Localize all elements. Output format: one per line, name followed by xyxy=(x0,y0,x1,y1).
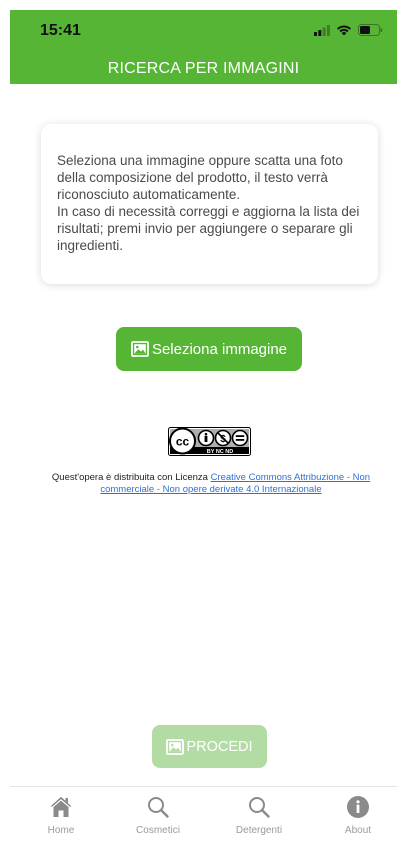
battery-icon xyxy=(358,24,383,36)
license-prefix: Quest'opera è distribuita con Licenza xyxy=(51,472,211,483)
status-time: 15:41 xyxy=(40,22,81,39)
license-text: Quest'opera è distribuita con Licenza Cr… xyxy=(30,472,392,496)
nav-label-cosmetici: Cosmetici xyxy=(136,825,180,836)
bottom-nav: Home Cosmetici Detergenti About xyxy=(10,786,397,847)
search-icon xyxy=(249,797,270,818)
image-icon xyxy=(131,341,149,357)
image-icon xyxy=(166,738,185,755)
cc-badge-text: BY NC ND xyxy=(207,449,234,455)
app-screen: 15:41 RICERCA PER IMMAGINI Seleziona una xyxy=(0,0,397,854)
home-icon xyxy=(50,797,72,817)
nav-item-detergenti[interactable]: Detergenti xyxy=(224,795,294,836)
app-header: 15:41 RICERCA PER IMMAGINI xyxy=(10,10,397,84)
cc-license-badge[interactable]: cc $ BY NC ND xyxy=(168,427,251,456)
nav-item-cosmetici[interactable]: Cosmetici xyxy=(123,795,193,836)
status-icons xyxy=(314,24,383,36)
info-icon xyxy=(347,796,369,818)
page-title: RICERCA PER IMMAGINI xyxy=(107,60,300,77)
select-image-button[interactable]: Seleziona immagine xyxy=(116,327,302,371)
nav-item-about[interactable]: About xyxy=(323,795,393,836)
procedi-button[interactable]: PROCEDI xyxy=(152,725,267,768)
signal-icon xyxy=(314,24,330,36)
select-image-label: Seleziona immagine xyxy=(151,340,288,358)
svg-text:cc: cc xyxy=(176,435,190,449)
nav-label-detergenti: Detergenti xyxy=(235,825,283,836)
nav-label-about: About xyxy=(344,825,372,836)
search-icon xyxy=(148,797,169,818)
wifi-icon xyxy=(337,25,351,36)
nav-item-home[interactable]: Home xyxy=(26,795,96,836)
info-card: Seleziona una immagine oppure scatta una… xyxy=(41,124,378,284)
procedi-label: PROCEDI xyxy=(186,738,253,755)
nav-label-home: Home xyxy=(47,825,75,836)
info-text: Seleziona una immagine oppure scatta una… xyxy=(57,153,360,253)
